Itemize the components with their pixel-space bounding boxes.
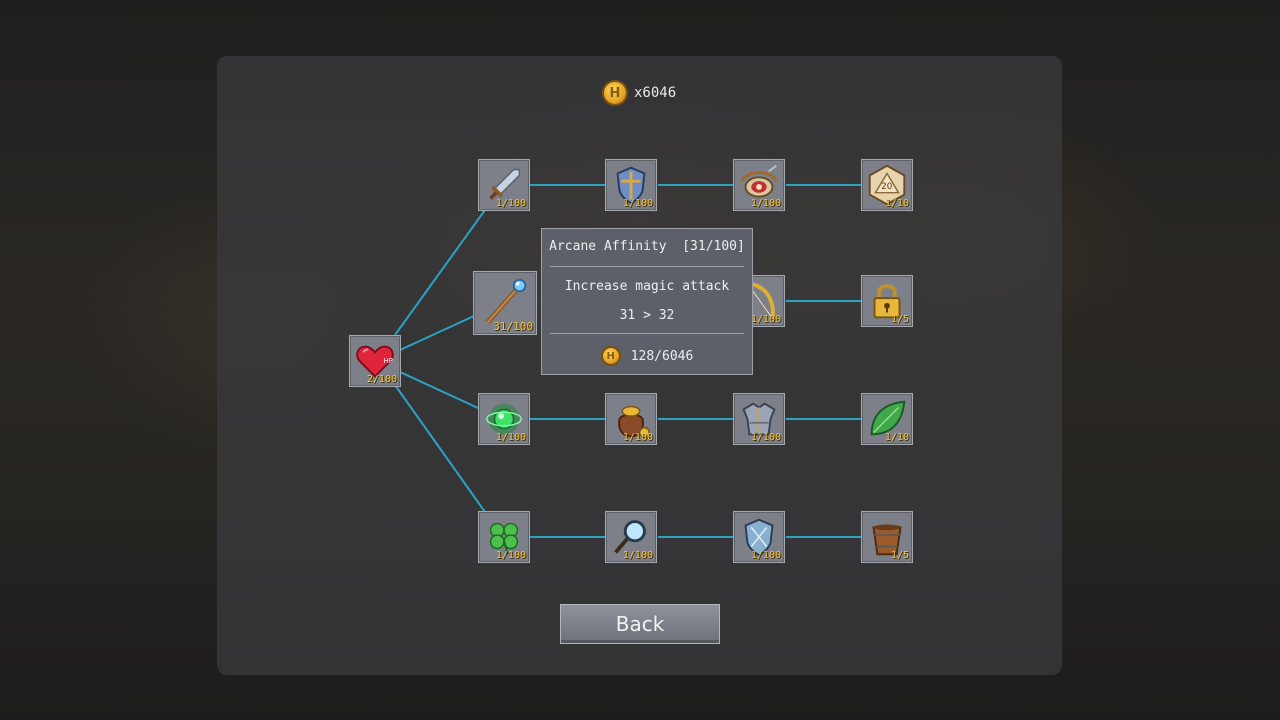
tooltip-divider	[550, 333, 744, 334]
svg-text:20: 20	[881, 182, 892, 192]
skill-node-arcane-affinity[interactable]: 31/100	[473, 271, 537, 335]
skill-level: 1/10	[884, 198, 909, 209]
skill-level: 2/100	[366, 374, 397, 385]
skill-level: 31/100	[493, 320, 533, 333]
skill-node-hp[interactable]: HP 2/100	[349, 335, 401, 387]
svg-text:HP: HP	[384, 357, 393, 365]
back-button[interactable]: Back	[560, 604, 720, 644]
tooltip-divider	[550, 266, 744, 267]
tooltip-description: Increase magic attack	[564, 279, 730, 294]
skill-node-sword[interactable]: 1/100	[478, 159, 530, 211]
skill-level: 1/100	[750, 314, 781, 325]
skill-node-shield[interactable]: 1/100	[605, 159, 657, 211]
skill-level: 1/100	[495, 550, 526, 561]
skill-level: 1/100	[622, 198, 653, 209]
tooltip-value-change: 31 > 32	[619, 308, 675, 323]
skill-node-bow-target[interactable]: 1/100	[733, 159, 785, 211]
skill-node-leaf[interactable]: 1/10	[861, 393, 913, 445]
tooltip-cost-value: 128/6046	[630, 348, 694, 364]
skill-node-d20[interactable]: 20 1/10	[861, 159, 913, 211]
skill-node-clover[interactable]: 1/100	[478, 511, 530, 563]
coin-icon: H	[600, 346, 621, 366]
skill-level: 1/100	[622, 432, 653, 443]
skill-level: 1/100	[750, 432, 781, 443]
skill-level: 1/100	[622, 550, 653, 561]
skill-level: 1/10	[884, 432, 909, 443]
skill-level: 1/5	[890, 550, 909, 561]
skill-node-locked[interactable]: 1/5	[861, 275, 913, 327]
skill-tooltip: Arcane Affinity [31/100] Increase magic …	[541, 228, 753, 375]
skill-node-bucket[interactable]: 1/5	[861, 511, 913, 563]
skill-level: 1/100	[750, 550, 781, 561]
tooltip-title: Arcane Affinity [31/100]	[549, 239, 745, 254]
skill-node-magnifier[interactable]: 1/100	[605, 511, 657, 563]
skill-level: 1/100	[750, 198, 781, 209]
skill-node-green-orb[interactable]: 1/100	[478, 393, 530, 445]
skill-level: 1/5	[890, 314, 909, 325]
skill-node-crystal-shield[interactable]: 1/100	[733, 511, 785, 563]
tooltip-cost: H 128/6046	[542, 345, 752, 367]
skill-node-armor[interactable]: 1/100	[733, 393, 785, 445]
skill-level: 1/100	[495, 198, 526, 209]
skill-level: 1/100	[495, 432, 526, 443]
skill-node-coin-bag[interactable]: 1/100	[605, 393, 657, 445]
